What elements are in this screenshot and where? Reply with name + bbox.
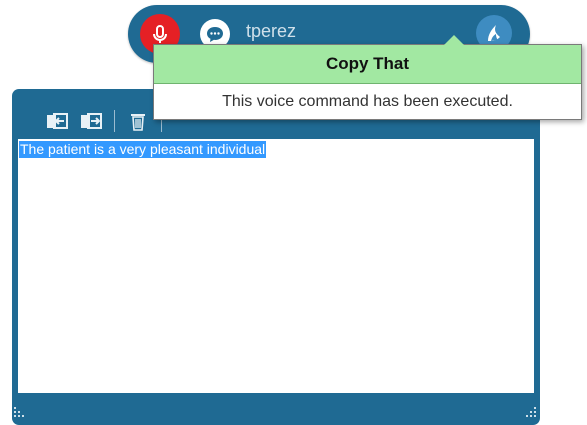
resize-grip-right-icon[interactable] [524, 407, 536, 419]
dictation-toolbar [46, 109, 162, 133]
dictation-box: The patient is a very pleasant individua… [12, 89, 540, 425]
transfer-out-icon [81, 113, 102, 129]
chat-bubble-icon [207, 27, 223, 42]
transfer-in-icon [47, 113, 68, 129]
selected-text[interactable]: The patient is a very pleasant individua… [19, 141, 267, 158]
username-label: tperez [246, 21, 297, 41]
dragon-icon [488, 25, 500, 41]
microphone-icon [153, 25, 167, 43]
toast-message: This voice command has been executed. [222, 92, 513, 110]
resize-grip-left-icon[interactable] [14, 407, 26, 419]
toast-pointer [444, 35, 464, 45]
transfer-in-button[interactable] [46, 112, 68, 130]
trash-icon [131, 114, 145, 131]
command-toast: Copy That This voice command has been ex… [153, 35, 582, 120]
toast-title: Copy That [154, 45, 581, 84]
dictation-text-area[interactable]: The patient is a very pleasant individua… [18, 139, 534, 393]
toolbar-separator [114, 110, 115, 132]
transfer-out-button[interactable] [80, 112, 102, 130]
delete-button[interactable] [127, 112, 149, 131]
